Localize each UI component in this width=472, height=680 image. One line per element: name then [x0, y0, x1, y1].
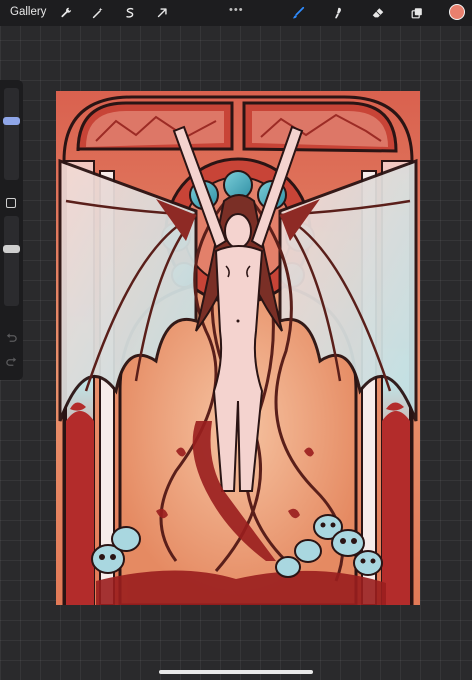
artwork-illustration [56, 91, 420, 605]
layers-icon[interactable] [407, 3, 427, 23]
more-menu-dots[interactable]: ••• [229, 4, 244, 16]
modify-button-icon[interactable] [6, 198, 16, 208]
selection-icon[interactable] [120, 3, 140, 23]
gallery-button[interactable]: Gallery [10, 6, 46, 18]
brush-size-slider[interactable] [3, 88, 20, 180]
actions-wrench-icon[interactable] [56, 3, 76, 23]
home-indicator [159, 670, 313, 674]
drawing-canvas[interactable] [56, 91, 420, 605]
top-toolbar: Gallery ••• [0, 0, 472, 26]
opacity-slider[interactable] [3, 216, 20, 306]
brush-size-thumb[interactable] [3, 117, 20, 125]
smudge-icon[interactable] [328, 3, 348, 23]
eraser-icon[interactable] [368, 3, 388, 23]
brush-icon[interactable] [288, 3, 308, 23]
color-picker-swatch[interactable] [449, 4, 465, 20]
redo-icon[interactable] [5, 356, 18, 369]
opacity-thumb[interactable] [3, 245, 20, 253]
transform-arrow-icon[interactable] [152, 3, 172, 23]
left-sidebar [0, 80, 23, 380]
adjustments-magic-wand-icon[interactable] [88, 3, 108, 23]
undo-icon[interactable] [5, 332, 18, 345]
